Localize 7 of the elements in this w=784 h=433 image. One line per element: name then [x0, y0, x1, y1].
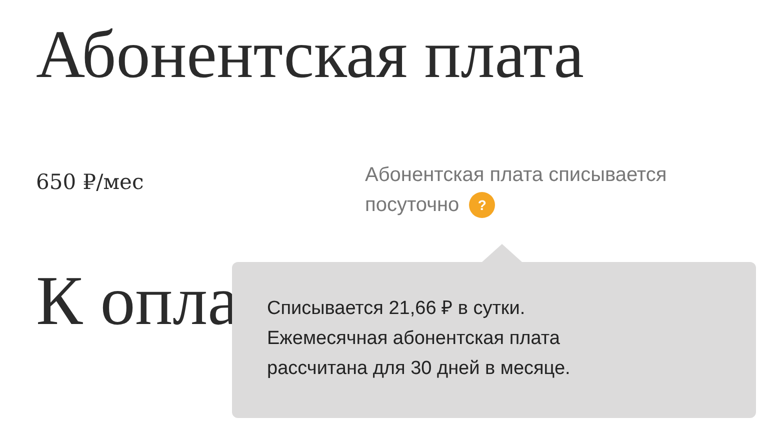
billing-note: Абонентская плата списывается: [365, 163, 667, 188]
price: 650 ₽/мес: [36, 169, 145, 196]
page-title: Абонентская плата: [36, 15, 585, 94]
billing-note: посуточно: [365, 193, 460, 218]
section-title: К опла: [36, 262, 239, 342]
tooltip-text: Списывается 21,66 ₽ в сутки. Ежемесячная абонентская плата рассчитана для 30 дней в месяце.: [267, 297, 570, 381]
help-button[interactable]: ?: [469, 192, 496, 218]
